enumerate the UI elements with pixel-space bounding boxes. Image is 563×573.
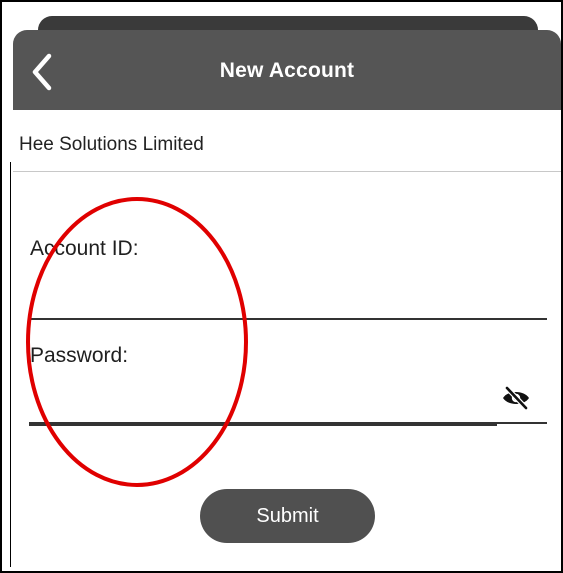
account-id-input[interactable]	[29, 286, 547, 320]
password-label: Password:	[30, 344, 129, 367]
password-input[interactable]	[29, 392, 497, 426]
eye-off-icon	[503, 385, 529, 411]
password-visibility-toggle[interactable]	[501, 385, 531, 411]
account-id-label: Account ID:	[30, 237, 139, 260]
organization-row: Hee Solutions Limited	[13, 110, 561, 172]
password-underline	[29, 422, 547, 424]
nav-header: New Account	[13, 30, 561, 110]
submit-button[interactable]: Submit	[200, 489, 375, 543]
app-screen: New Account Hee Solutions Limited Accoun…	[0, 0, 563, 573]
organization-name: Hee Solutions Limited	[19, 134, 204, 155]
page-title: New Account	[219, 59, 355, 82]
divider	[10, 162, 11, 567]
